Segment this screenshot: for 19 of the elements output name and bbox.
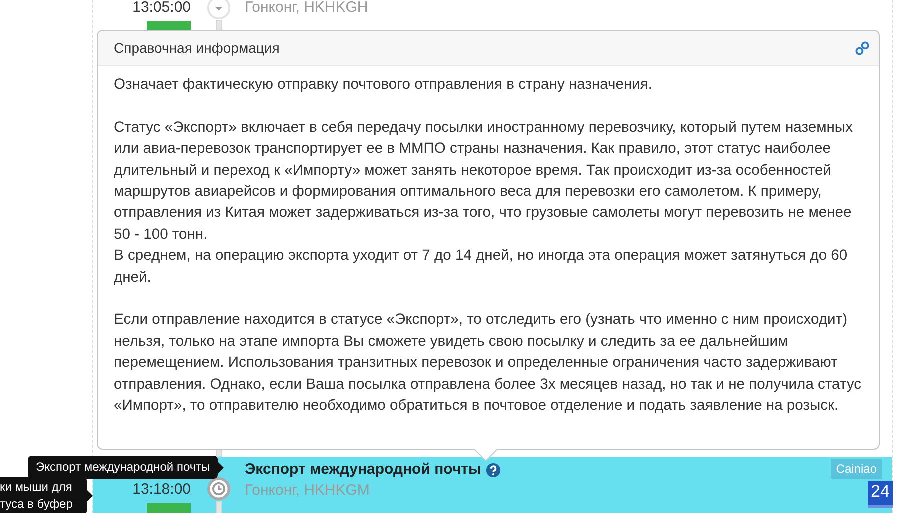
tooltip-pointer bbox=[86, 490, 93, 502]
info-paragraph: Если отправление находится в статусе «Экспорт», то отследить его (узнать что именно с ним происходит) нельзя, только на этапе импорта Вы сможете увидеть свою посылку и следить за ее дальнейшим перемещением. Использования транзитных перевозок и определенные ограничения часто задерживают отправления. Однако, если Ваша посылка отправлена более 3х месяцев назад, но так и не получила статус «Импорт», то отправителю необходимо обратиться в почтовое отделение и подать заявление на розыск. bbox=[114, 311, 863, 416]
event-time: 13:18:00 bbox=[132, 482, 191, 498]
day-counter-badge: 24 bbox=[868, 481, 893, 508]
help-icon[interactable] bbox=[486, 462, 502, 478]
clock-icon bbox=[207, 477, 231, 501]
info-paragraph: Статус «Экспорт» включает в себя передачу посылки иностранному перевозчику, который путем наземных или авиа-перевозок транспортирует ее в ММПО страны назначения. Как правило, этот статус наиболее длительный и переход к «Импорту» может занять некоторое время. Так происходит из-за особенностей маршрутов авиарейсов и формирования оптимального веса для перевозки его самолетом. К примеру, отправления из Китая может задерживаться из-за того, что грузовые самолеты могут перевозить не менее 50 - 100 тонн. bbox=[114, 118, 854, 245]
event-location: Гонконг, HKHKGM bbox=[245, 483, 371, 499]
event-time: 13:05:00 bbox=[132, 0, 191, 16]
info-paragraph: В среднем, на операцию экспорта уходит от 7 до 14 дней, но иногда эта операция может затянуться до 60 дней. bbox=[114, 247, 849, 288]
caret-icon[interactable] bbox=[207, 0, 231, 20]
tooltip-pointer bbox=[218, 462, 224, 474]
event-location: Гонконг, HKHKGH bbox=[245, 0, 368, 16]
popover-title: Справочная информация bbox=[114, 40, 280, 56]
carrier-badge: Cainiao bbox=[831, 459, 882, 479]
link-icon[interactable] bbox=[855, 40, 870, 56]
event-title: Экспорт международной почты bbox=[245, 460, 482, 480]
tooltip: ки мыши для туса в буфер bbox=[0, 477, 87, 513]
info-paragraph: Означает фактическую отправку почтового отправления в страну назначения. bbox=[114, 76, 654, 95]
